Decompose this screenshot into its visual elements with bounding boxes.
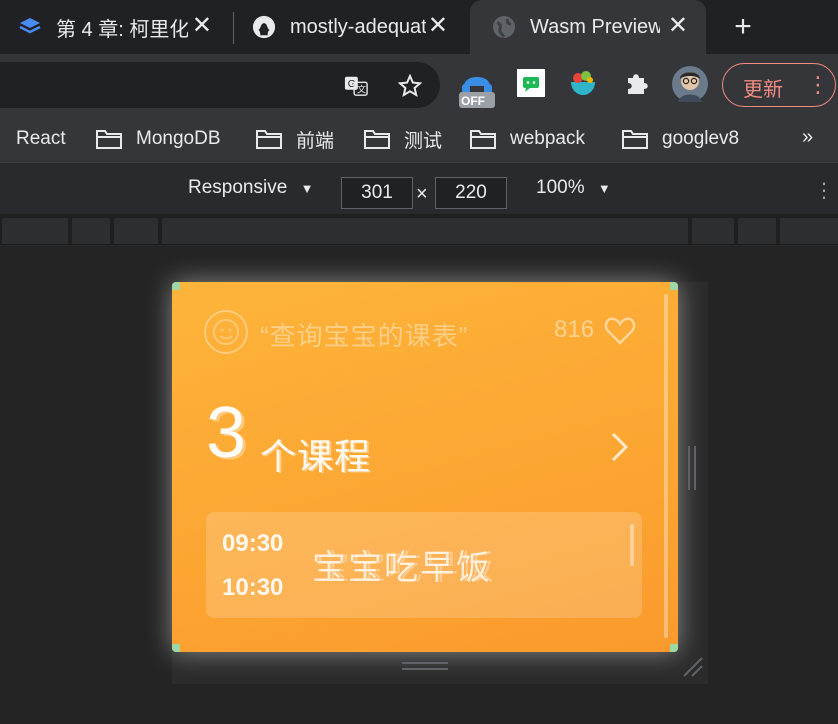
translate-icon[interactable]: G文 — [344, 74, 368, 98]
device-select-label: Responsive — [188, 177, 288, 198]
bookmark-star-icon[interactable] — [398, 74, 422, 98]
course-name: 宝宝吃早饭 — [312, 549, 492, 587]
viewport-height-input[interactable]: 220 — [435, 177, 507, 209]
bookmark-react[interactable]: React — [16, 124, 66, 154]
bookmarks-overflow-button[interactable]: » — [802, 126, 813, 149]
resize-handle-corner[interactable] — [682, 656, 704, 678]
widget-corner — [670, 282, 678, 290]
extension-off-badge: OFF — [461, 94, 485, 108]
bookmark-folder-frontend[interactable]: 前端 — [256, 124, 334, 154]
more-menu-icon[interactable]: ⋮ — [807, 71, 829, 99]
bookmark-folder-mongodb[interactable]: MongoDB — [96, 124, 221, 154]
tab-curry[interactable]: 第 4 章: 柯里化 ✕ — [0, 0, 230, 54]
update-button[interactable]: 更新 ⋮ — [722, 63, 836, 107]
chat-extension-icon[interactable] — [516, 68, 546, 98]
salad-extension-icon[interactable] — [568, 68, 598, 98]
bookmark-folder-googlev8[interactable]: googlev8 — [622, 124, 739, 154]
resize-handle-right[interactable] — [688, 446, 696, 490]
ruler-segment[interactable] — [72, 218, 110, 244]
new-tab-button[interactable]: + — [728, 10, 758, 44]
course-count-label: 个课程 — [260, 436, 372, 477]
viewport-width-input[interactable]: 301 — [341, 177, 413, 209]
ruler-segment[interactable] — [738, 218, 776, 244]
folder-icon — [256, 129, 282, 149]
folder-icon — [470, 129, 496, 149]
tab-title: Wasm Preview — [530, 15, 660, 38]
address-bar[interactable]: G文 — [0, 62, 440, 108]
close-icon[interactable]: ✕ — [668, 12, 688, 40]
widget-corner — [172, 644, 180, 652]
dropdown-caret-icon: ▼ — [597, 181, 611, 196]
media-query-ruler — [0, 214, 838, 246]
zoom-select[interactable]: 100% ▼ — [536, 177, 611, 199]
dimension-separator: × — [416, 183, 428, 205]
bookmark-label: React — [16, 128, 66, 149]
like-count: 816 — [554, 316, 595, 343]
ruler-segment[interactable] — [114, 218, 158, 244]
tab-strip: 第 4 章: 柯里化 ✕ mostly-adequate ✕ Wasm Prev… — [0, 0, 838, 54]
bookmarks-bar: React MongoDB 前端 测试 webpack googlev8 » — [0, 116, 838, 162]
zoom-select-label: 100% — [536, 177, 585, 198]
tab-title: mostly-adequate — [290, 15, 426, 38]
bookmark-label: 前端 — [296, 130, 335, 152]
close-icon[interactable]: ✕ — [192, 12, 212, 40]
widget-logo-icon — [204, 310, 248, 354]
device-toolbar: Responsive ▼ 301 × 220 100% ▼ ⋮ — [0, 162, 838, 214]
bookmark-label: webpack — [510, 128, 585, 149]
course-end-time: 10:30 — [222, 574, 284, 601]
profile-avatar[interactable] — [672, 66, 708, 102]
close-icon[interactable]: ✕ — [428, 12, 448, 40]
widget-corner — [172, 282, 180, 290]
widget-corner — [670, 644, 678, 652]
heart-icon[interactable] — [604, 316, 636, 346]
bookmark-label: MongoDB — [136, 128, 221, 149]
device-options-icon[interactable]: ⋮ — [814, 179, 834, 203]
globe-icon — [492, 15, 516, 39]
svg-text:文: 文 — [357, 83, 366, 94]
bookmark-folder-webpack[interactable]: webpack — [470, 124, 585, 154]
ruler-segment[interactable] — [692, 218, 734, 244]
tab-mostly-adequate[interactable]: mostly-adequate ✕ — [236, 0, 466, 54]
course-widget[interactable]: “查询宝宝的课表” 816 3 个课程 09:30 10:30 宝宝吃早饭 — [172, 282, 678, 652]
ruler-segment[interactable] — [780, 218, 838, 244]
ruler-segment[interactable] — [2, 218, 68, 244]
update-label: 更新 — [743, 79, 783, 101]
folder-icon — [622, 129, 648, 149]
bookmark-label: 测试 — [404, 130, 443, 152]
widget-title: “查询宝宝的课表” — [260, 321, 469, 351]
folder-icon — [364, 129, 390, 149]
course-start-time: 09:30 — [222, 530, 284, 557]
course-count: 3 — [206, 393, 247, 473]
bookmark-label: googlev8 — [662, 128, 740, 149]
bookmark-folder-testing[interactable]: 测试 — [364, 124, 442, 154]
chevron-right-icon[interactable] — [608, 430, 632, 464]
extension-off-icon[interactable]: OFF — [458, 66, 496, 108]
book-icon — [18, 15, 42, 39]
resize-handle-bottom[interactable] — [402, 662, 448, 670]
browser-toolbar: G文 OFF 更新 ⋮ — [0, 54, 838, 116]
course-scrollbar[interactable] — [630, 524, 634, 566]
device-select[interactable]: Responsive ▼ — [188, 177, 313, 199]
puzzle-extensions-icon[interactable] — [622, 68, 652, 98]
tab-title: 第 4 章: 柯里化 — [56, 18, 188, 41]
course-item[interactable]: 09:30 10:30 宝宝吃早饭 — [206, 512, 642, 618]
widget-scrollbar[interactable] — [664, 294, 668, 638]
tab-separator — [233, 12, 234, 44]
dropdown-caret-icon: ▼ — [300, 181, 314, 196]
github-icon — [252, 15, 276, 39]
tab-wasm-preview[interactable]: Wasm Preview ✕ — [470, 0, 706, 54]
folder-icon — [96, 129, 122, 149]
ruler-segment[interactable] — [162, 218, 688, 244]
